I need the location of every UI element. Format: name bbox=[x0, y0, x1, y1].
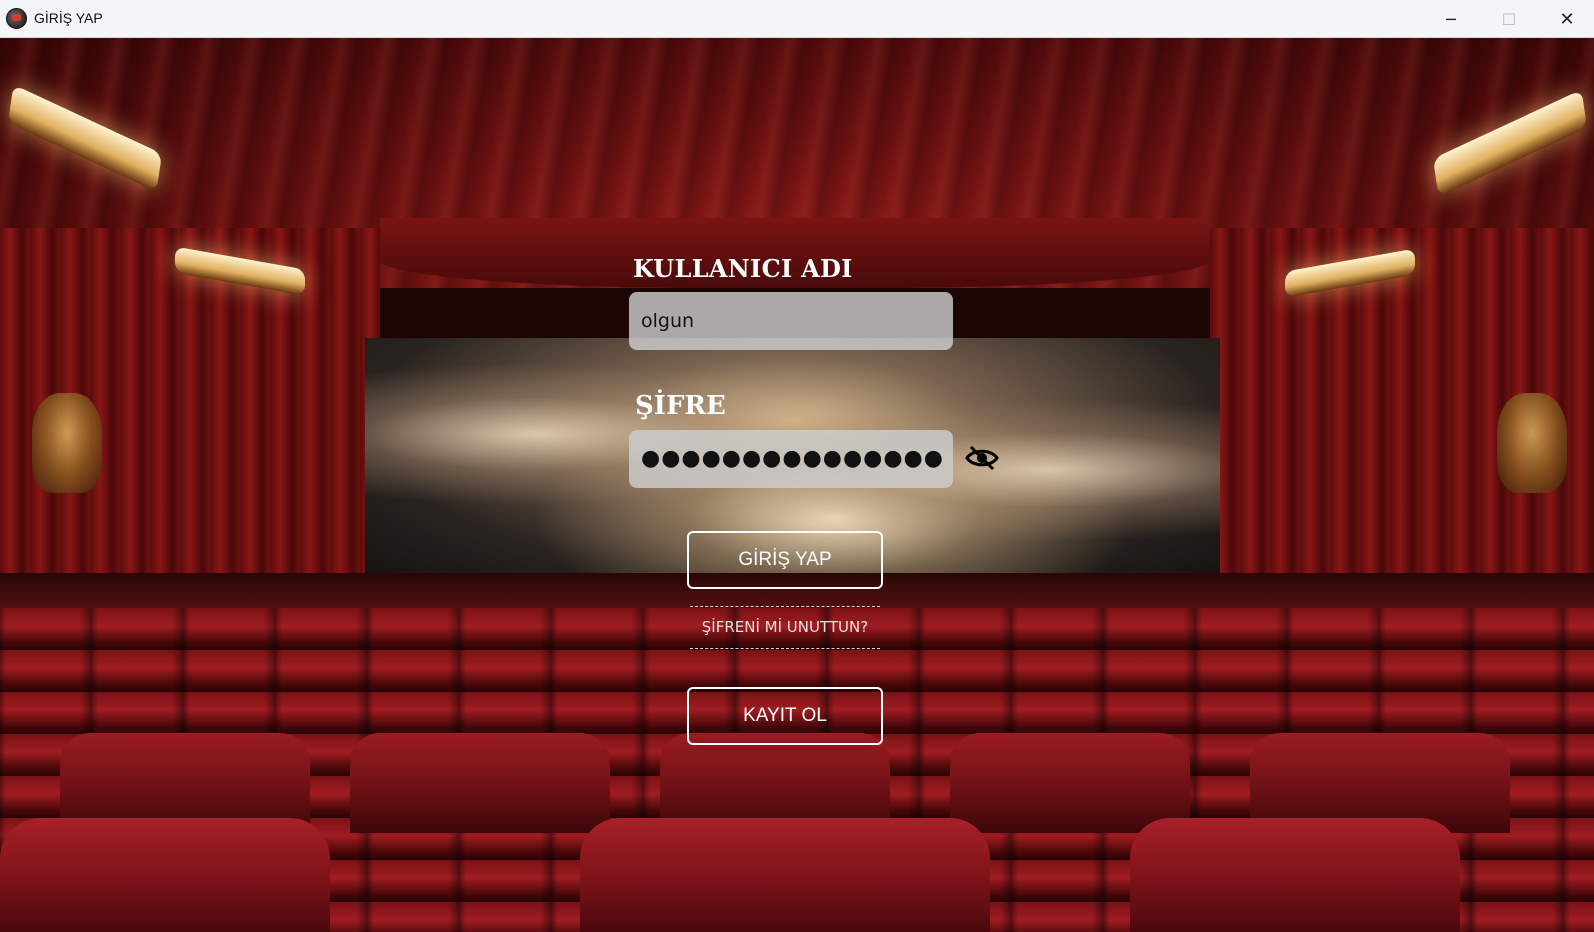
seat bbox=[950, 733, 1190, 833]
wall-sconce bbox=[1497, 393, 1567, 493]
username-input[interactable] bbox=[629, 292, 953, 350]
close-button[interactable]: ✕ bbox=[1538, 0, 1594, 38]
register-button[interactable]: KAYIT OL bbox=[687, 687, 883, 745]
login-button[interactable]: GİRİŞ YAP bbox=[687, 531, 883, 589]
password-label: ŞİFRE bbox=[635, 391, 726, 421]
title-bar: GİRİŞ YAP ─ ☐ ✕ bbox=[0, 0, 1594, 38]
login-window: GİRİŞ YAP ─ ☐ ✕ KULLANICI ADI ŞİFRE ●●●●… bbox=[0, 0, 1594, 932]
minimize-button[interactable]: ─ bbox=[1422, 0, 1480, 38]
film-reel-icon bbox=[6, 8, 27, 29]
seat bbox=[350, 733, 610, 833]
window-title: GİRİŞ YAP bbox=[34, 10, 103, 26]
forgot-password-area: ŞİFRENİ Mİ UNUTTUN? bbox=[690, 600, 880, 652]
maximize-button[interactable]: ☐ bbox=[1480, 0, 1538, 38]
wall-sconce bbox=[32, 393, 102, 493]
seat bbox=[1130, 818, 1460, 932]
seat bbox=[580, 818, 990, 932]
username-label: KULLANICI ADI bbox=[633, 254, 853, 283]
forgot-password-link[interactable]: ŞİFRENİ Mİ UNUTTUN? bbox=[690, 618, 880, 636]
eye-slash-icon[interactable] bbox=[964, 444, 1000, 472]
password-input[interactable]: ●●●●●●●●●●●●●●● bbox=[629, 430, 953, 488]
divider bbox=[690, 606, 880, 607]
seat bbox=[0, 818, 330, 932]
divider bbox=[690, 648, 880, 649]
